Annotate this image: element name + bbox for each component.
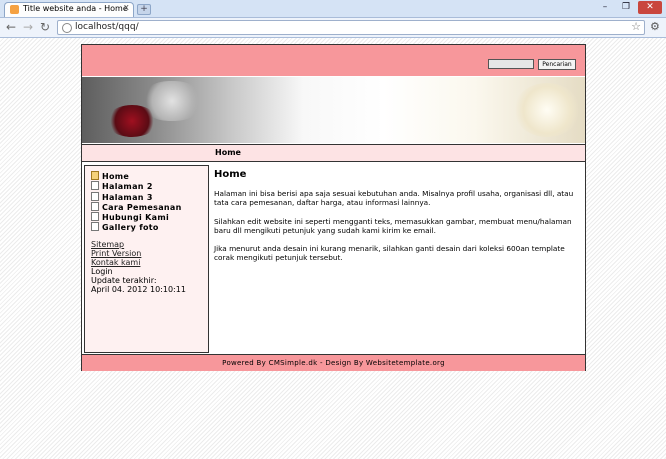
address-bar[interactable]: localhost/qqq/ ☆ [57,20,645,35]
website-container: Pencarian Home Home Halaman 2 Halaman 3 … [81,44,586,371]
menu-item-gallery-foto[interactable]: Gallery foto [91,222,182,232]
url-text[interactable]: localhost/qqq/ [75,22,139,32]
tab-close-icon[interactable]: x [124,3,129,13]
site-footer: Powered By CMSimple.dk - Design By Websi… [82,354,585,371]
breadcrumb-bar: Home [82,144,585,162]
bookmark-star-icon[interactable]: ☆ [631,20,641,33]
favicon-icon [10,5,19,14]
header-banner-image [82,77,585,143]
sidebar-menu: Home Halaman 2 Halaman 3 Cara Pemesanan … [91,171,182,233]
reload-icon[interactable]: ↻ [40,20,50,34]
page-icon [91,222,99,232]
menu-item-hubungi-kami[interactable]: Hubungi Kami [91,212,182,222]
forward-icon[interactable]: → [23,20,33,34]
main-content: Home Halaman ini bisa berisi apa saja se… [214,169,576,263]
contact-link[interactable]: Kontak kami [91,258,140,267]
update-date: April 04. 2012 10:10:11 [91,285,186,294]
browser-chrome: Title website anda - Home x + – ❐ ✕ ← → … [0,0,666,38]
content-paragraph-2: Silahkan edit website ini seperti mengga… [214,216,572,235]
globe-icon [62,23,72,33]
sidebar-links: Sitemap Print Version Kontak kami Login … [91,240,186,294]
content-paragraph-1: Halaman ini bisa berisi apa saja sesuai … [214,189,574,208]
menu-item-cara-pemesanan[interactable]: Cara Pemesanan [91,201,182,212]
red-roses-photo [106,105,158,137]
sidebar: Home Halaman 2 Halaman 3 Cara Pemesanan … [84,165,209,353]
menu-item-label: Gallery foto [102,223,159,233]
back-icon[interactable]: ← [6,20,16,34]
page-icon [91,212,99,222]
menu-item-label: Home [102,172,130,181]
new-tab-button[interactable]: + [137,4,151,15]
page-title: Home [214,169,247,180]
tab-title: Title website anda - Home [23,4,128,13]
login-link[interactable]: Login [91,267,186,276]
update-label: Update terakhir: [91,276,157,285]
page-icon [91,191,99,201]
site-header: Pencarian [82,45,585,76]
white-rose-photo [514,83,580,137]
menu-item-label: Halaman 2 [102,182,153,192]
print-version-link[interactable]: Print Version [91,249,141,258]
menu-item-halaman-3[interactable]: Halaman 3 [91,191,182,202]
search-input[interactable] [488,59,534,69]
page-icon [91,201,99,211]
browser-toolbar: ← → ↻ localhost/qqq/ ☆ ⚙ [0,17,666,38]
menu-item-label: Hubungi Kami [102,213,170,223]
menu-item-halaman-2[interactable]: Halaman 2 [91,181,182,191]
search-button[interactable]: Pencarian [538,59,576,70]
minimize-button[interactable]: – [596,1,614,14]
close-window-button[interactable]: ✕ [638,1,662,14]
sitemap-link[interactable]: Sitemap [91,240,124,249]
breadcrumb-home[interactable]: Home [215,148,241,157]
maximize-button[interactable]: ❐ [617,1,635,14]
menu-item-home[interactable]: Home [91,171,182,181]
content-paragraph-3: Jika menurut anda desain ini kurang mena… [214,244,565,263]
menu-item-label: Cara Pemesanan [102,202,182,212]
browser-tab[interactable]: Title website anda - Home x [4,2,134,17]
menu-item-label: Halaman 3 [102,192,153,202]
page-icon [91,171,99,180]
footer-credits: Powered By CMSimple.dk - Design By Websi… [222,359,445,367]
wrench-icon[interactable]: ⚙ [650,20,660,33]
page-icon [91,181,99,191]
